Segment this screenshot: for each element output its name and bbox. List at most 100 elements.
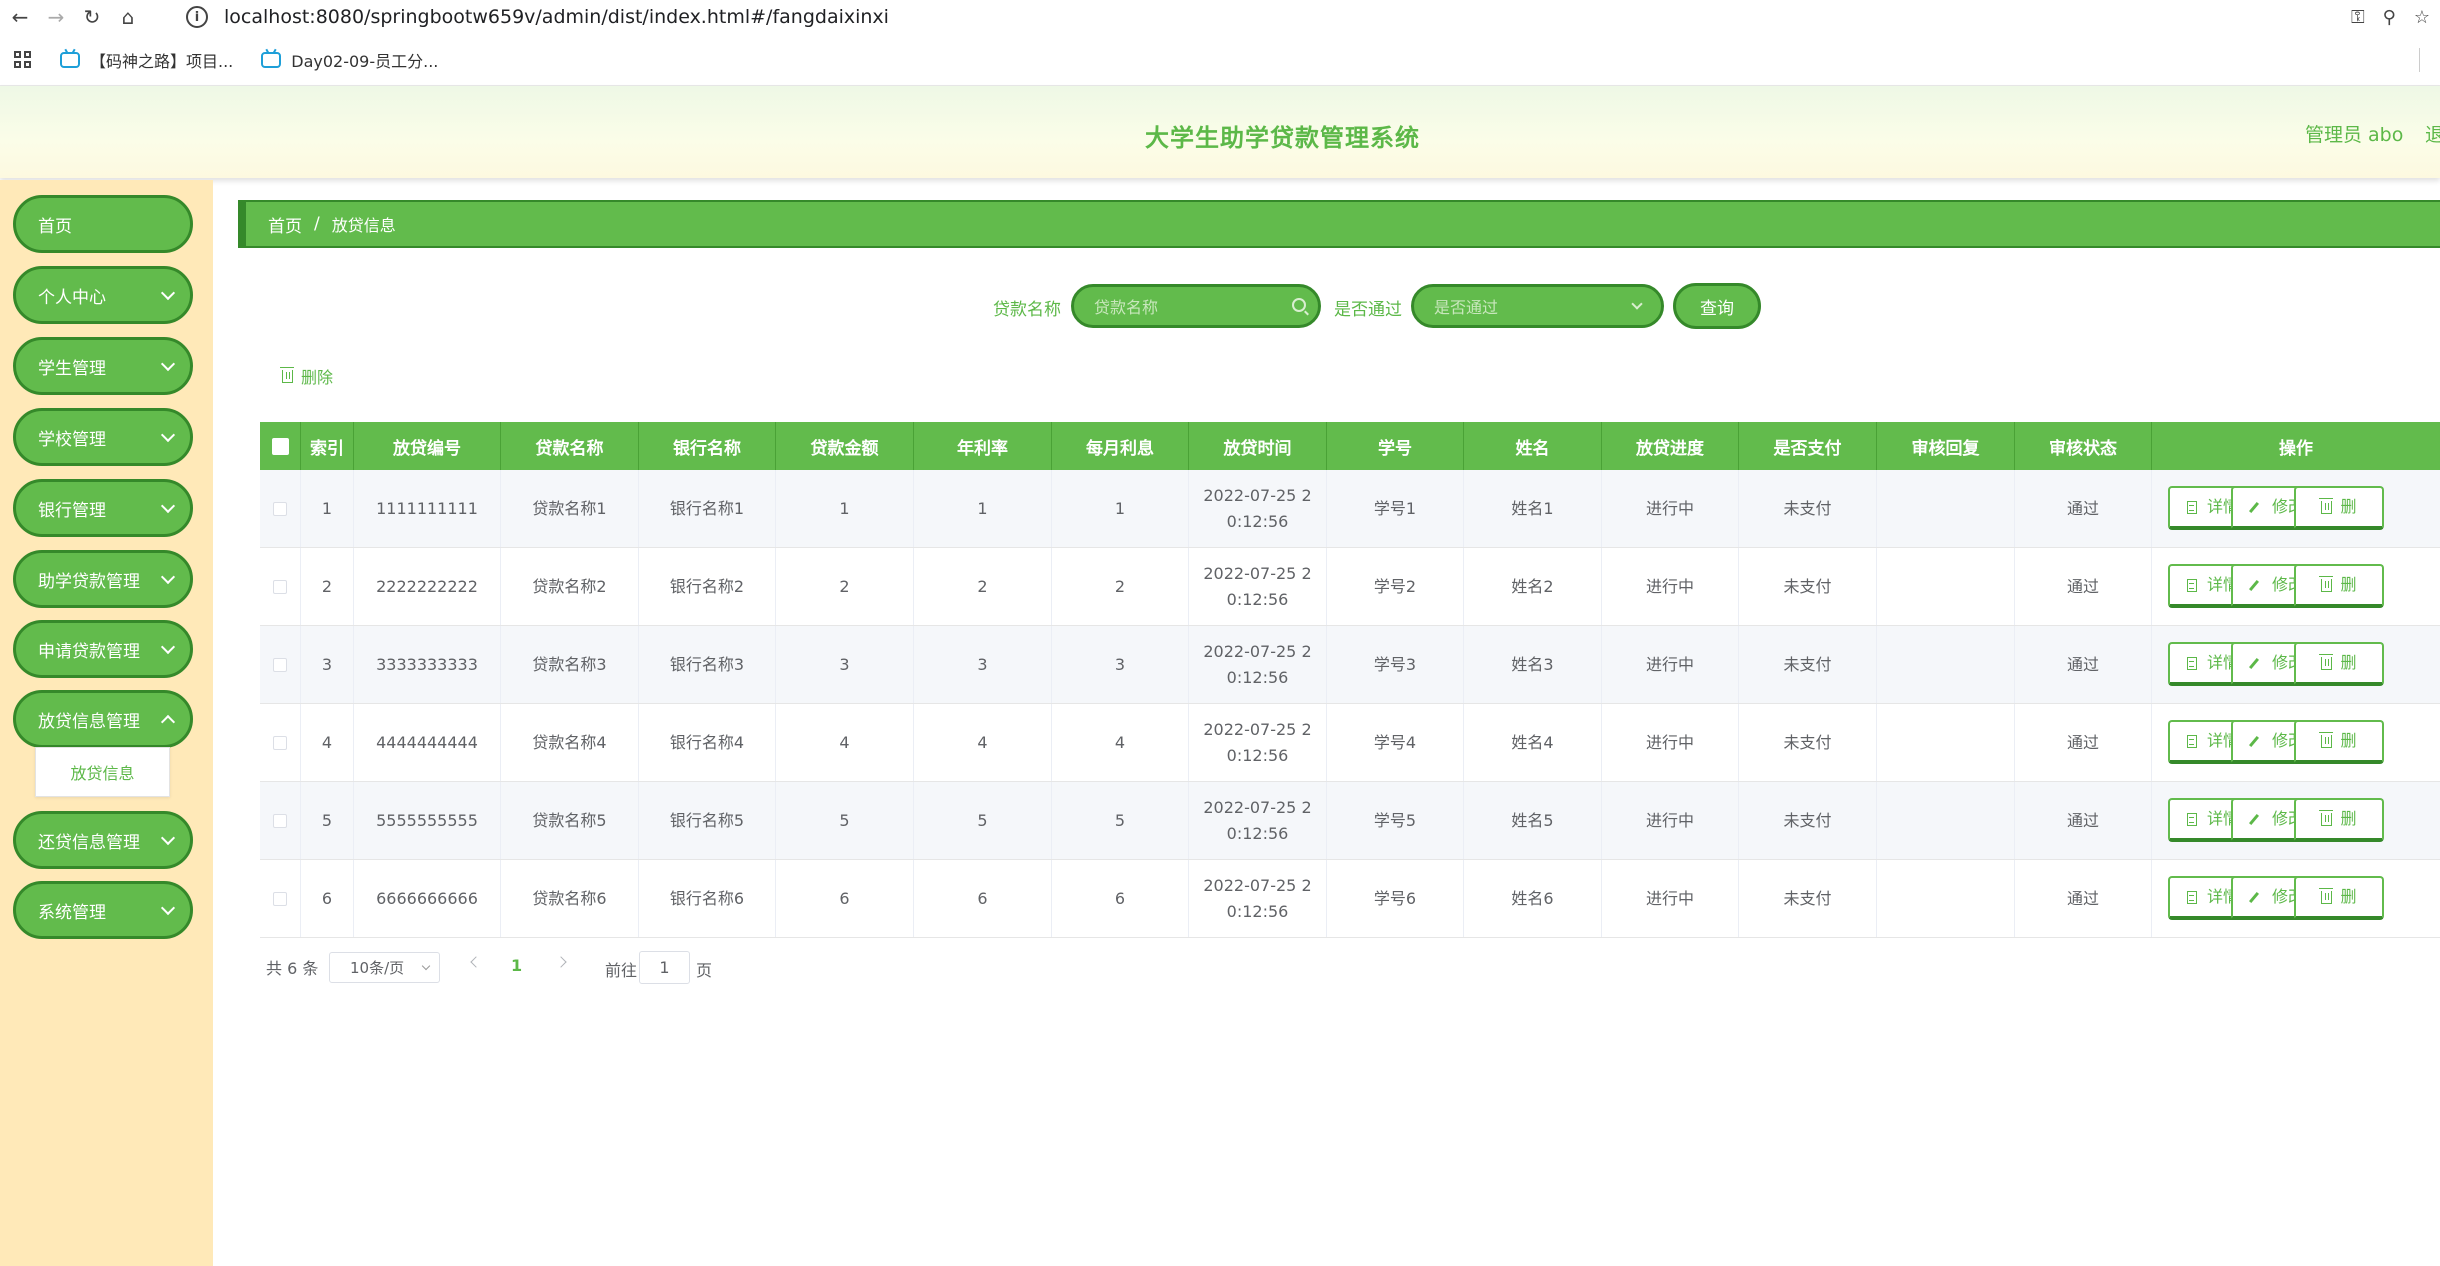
site-info-icon[interactable]: i	[186, 6, 208, 28]
cell-rate: 6	[914, 860, 1052, 937]
trash-icon	[2319, 497, 2334, 514]
bookmark-item[interactable]: 【码神之路】项目...	[60, 48, 233, 72]
bookmark-star-icon[interactable]: ☆	[2414, 7, 2430, 28]
cell-reply	[1877, 782, 2015, 859]
select-all-checkbox[interactable]	[271, 437, 289, 455]
cell-loan: 贷款名称2	[501, 548, 639, 625]
cell-progress: 进行中	[1602, 626, 1739, 703]
batch-delete-button[interactable]: 删除	[280, 364, 333, 388]
row-checkbox[interactable]	[273, 579, 287, 594]
column-header: 操作	[2279, 438, 2313, 459]
chevron-down-icon	[160, 830, 176, 846]
cell-code: 6666666666	[354, 860, 501, 937]
forward-arrow-icon[interactable]: →	[38, 0, 74, 34]
delete-button[interactable]: 删	[2294, 876, 2384, 920]
sidebar-item-student-loan-management[interactable]: 助学贷款管理	[13, 550, 193, 608]
cell-index: 1	[301, 470, 354, 547]
cell-amount: 6	[776, 860, 914, 937]
zoom-icon[interactable]: ⚲	[2383, 7, 2396, 28]
delete-button[interactable]: 删	[2294, 798, 2384, 842]
row-checkbox[interactable]	[273, 657, 287, 672]
cell-time-line2: 0:12:56	[1226, 745, 1289, 765]
cell-code: 4444444444	[354, 704, 501, 781]
cell-progress: 进行中	[1602, 548, 1739, 625]
cell-rate: 2	[914, 548, 1052, 625]
row-select-cell	[260, 704, 301, 781]
cell-code: 1111111111	[354, 470, 501, 547]
sidebar-item-home[interactable]: 首页	[13, 195, 193, 253]
delete-button[interactable]: 删	[2294, 642, 2384, 686]
next-page-icon[interactable]	[555, 956, 567, 968]
delete-button[interactable]: 删	[2294, 720, 2384, 764]
apps-grid-icon[interactable]	[14, 50, 32, 69]
loan-name-input[interactable]: 贷款名称	[1071, 284, 1321, 328]
delete-button-label: 删	[2340, 809, 2357, 828]
page-size-select[interactable]: 10条/页	[329, 952, 440, 983]
breadcrumb-home[interactable]: 首页	[268, 212, 302, 237]
cell-operations: 详情 修改删	[2152, 704, 2440, 781]
sidebar-item-bank-management[interactable]: 银行管理	[13, 479, 193, 537]
sidebar-item-loan-application-management[interactable]: 申请贷款管理	[13, 620, 193, 678]
cell-bank: 银行名称3	[639, 626, 776, 703]
sidebar-item-student-management[interactable]: 学生管理	[13, 337, 193, 395]
sidebar-item-label: 学生管理	[38, 358, 106, 379]
key-icon[interactable]: ⚿	[2351, 7, 2365, 28]
sidebar-item-label: 助学贷款管理	[38, 571, 140, 592]
page-number-current[interactable]: 1	[511, 956, 522, 975]
goto-prefix: 前往	[605, 961, 638, 980]
table-row: 5 5555555555 贷款名称5 银行名称5 5 5 5 2022-07-25 2 0:12…	[260, 782, 2440, 860]
address-bar[interactable]: i localhost:8080/springbootw659v/admin/d…	[186, 2, 2386, 32]
column-header: 每月利息	[1052, 422, 1189, 470]
table-row: 2 2222222222 贷款名称2 银行名称2 2 2 2 2022-07-25 2 0:12…	[260, 548, 2440, 626]
prev-page-icon[interactable]	[470, 956, 482, 968]
reload-icon[interactable]: ↻	[74, 0, 110, 34]
home-icon[interactable]: ⌂	[110, 0, 146, 34]
cell-interest: 1	[1052, 470, 1189, 547]
delete-button-label: 删	[2340, 653, 2357, 672]
cell-operations: 详情 修改删	[2152, 626, 2440, 703]
cell-reply	[1877, 548, 2015, 625]
cell-name: 姓名3	[1464, 626, 1602, 703]
cell-sid: 学号1	[1327, 470, 1464, 547]
column-header: 是否支付	[1739, 422, 1877, 470]
bookmark-item[interactable]: Day02-09-员工分...	[261, 48, 438, 72]
bookmark-bar: 【码神之路】项目... Day02-09-员工分...	[0, 34, 2440, 86]
cell-interest: 4	[1052, 704, 1189, 781]
row-checkbox[interactable]	[273, 735, 287, 750]
cell-amount: 1	[776, 470, 914, 547]
sidebar-item-repayment-management[interactable]: 还贷信息管理	[13, 811, 193, 869]
sidebar-item-school-management[interactable]: 学校管理	[13, 408, 193, 466]
cell-paid: 未支付	[1739, 782, 1877, 859]
chevron-down-icon	[160, 356, 176, 372]
query-button[interactable]: 查询	[1673, 283, 1761, 329]
column-header: 放贷进度	[1602, 422, 1739, 470]
row-checkbox[interactable]	[273, 501, 287, 516]
delete-button[interactable]: 删	[2294, 486, 2384, 530]
cell-sid: 学号3	[1327, 626, 1464, 703]
cell-time-line2: 0:12:56	[1226, 667, 1289, 687]
sidebar-item-disbursement-management[interactable]: 放贷信息管理	[13, 690, 193, 748]
logout-link[interactable]: 退	[2425, 120, 2440, 147]
chevron-down-icon	[160, 498, 176, 514]
goto-page-input[interactable]: 1	[639, 951, 690, 984]
passed-label: 是否通过	[1334, 300, 1402, 320]
back-arrow-icon[interactable]: ←	[2, 0, 38, 34]
select-all-cell	[260, 422, 301, 470]
cell-amount: 5	[776, 782, 914, 859]
row-checkbox[interactable]	[273, 813, 287, 828]
delete-button[interactable]: 删	[2294, 564, 2384, 608]
document-icon	[2186, 500, 2197, 514]
cell-time-line1: 2022-07-25 2	[1203, 563, 1312, 583]
cell-index: 5	[301, 782, 354, 859]
cell-index: 2	[301, 548, 354, 625]
cell-reply	[1877, 704, 2015, 781]
row-checkbox[interactable]	[273, 891, 287, 906]
table-header: 索引 放贷编号 贷款名称 银行名称 贷款金额 年利率 每月利息 放贷时间 学号 …	[260, 422, 2440, 470]
passed-select[interactable]: 是否通过	[1411, 284, 1664, 328]
document-icon	[2186, 734, 2197, 748]
sidebar-item-system-management[interactable]: 系统管理	[13, 881, 193, 939]
sidebar-item-personal-center[interactable]: 个人中心	[13, 266, 193, 324]
submenu-item-disbursement-info[interactable]: 放贷信息	[35, 747, 170, 797]
cell-sid: 学号4	[1327, 704, 1464, 781]
cell-code: 2222222222	[354, 548, 501, 625]
